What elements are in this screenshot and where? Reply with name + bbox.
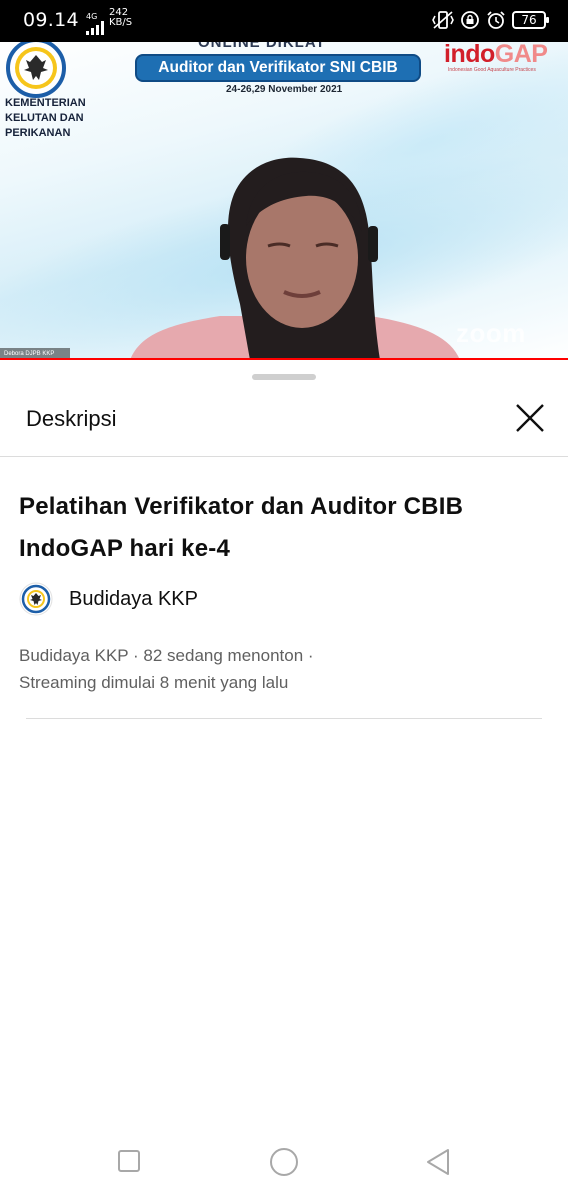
status-icons: 76 <box>432 10 549 30</box>
network-type: 4G <box>86 12 98 21</box>
speaker-silhouette <box>130 157 460 360</box>
back-icon[interactable] <box>424 1147 452 1177</box>
video-title: Pelatihan Verifikator dan Auditor CBIB I… <box>19 493 464 562</box>
network-speed-unit: KB/S <box>109 17 133 28</box>
lock-rotation-icon <box>461 11 479 29</box>
brand-prefix: indo <box>444 42 495 68</box>
close-icon[interactable] <box>510 398 550 438</box>
divider <box>26 718 542 719</box>
ministry-line: KEMENTERIAN <box>5 97 86 109</box>
sheet-title: Deskripsi <box>26 406 117 431</box>
vibrate-icon <box>432 11 454 29</box>
description-sheet: Deskripsi Pelatihan Verifikator dan Audi… <box>0 360 568 1200</box>
meta-line: Budidaya KKP · 82 sedang menonton · <box>19 646 314 665</box>
system-nav-bar <box>0 1130 568 1200</box>
status-bar: 09.14 4G 242 KB/S 76 <box>0 0 568 42</box>
signal-icon <box>86 21 104 35</box>
status-time: 09.14 <box>23 9 79 31</box>
brand-tagline: Indonesian Good Aquaculture Practices <box>448 67 536 73</box>
ministry-line: PERIKANAN <box>5 127 71 139</box>
drag-handle[interactable] <box>252 374 316 380</box>
banner-date: 24-26,29 November 2021 <box>226 84 343 95</box>
video-meta: Budidaya KKP · 82 sedang menonton · Stre… <box>19 642 314 696</box>
zoom-watermark: zoom <box>456 318 526 348</box>
battery-icon: 76 <box>512 11 549 29</box>
home-icon[interactable] <box>270 1148 298 1176</box>
channel-avatar-icon[interactable] <box>19 582 53 616</box>
ministry-line: KELUTAN DAN <box>5 112 84 124</box>
video-player[interactable]: KEMENTERIAN KELUTAN DAN PERIKANAN ONLINE… <box>0 42 568 360</box>
network-speed: 242 KB/S <box>109 8 132 28</box>
brand-suffix: GAP <box>494 42 548 68</box>
meta-line: Streaming dimulai 8 menit yang lalu <box>19 673 289 692</box>
banner-title: Auditor dan Verifikator SNI CBIB <box>135 54 421 82</box>
divider <box>0 456 568 457</box>
indogap-logo: indoGAP <box>444 42 548 69</box>
channel-row[interactable]: Budidaya KKP <box>19 582 198 616</box>
channel-name[interactable]: Budidaya KKP <box>69 588 198 611</box>
alarm-icon <box>487 11 505 29</box>
recent-apps-icon[interactable] <box>118 1150 140 1172</box>
banner-heading: ONLINE DIKLAT <box>198 42 326 51</box>
kkp-logo-icon <box>6 42 66 98</box>
ministry-name: KEMENTERIAN KELUTAN DAN PERIKANAN <box>5 96 86 141</box>
